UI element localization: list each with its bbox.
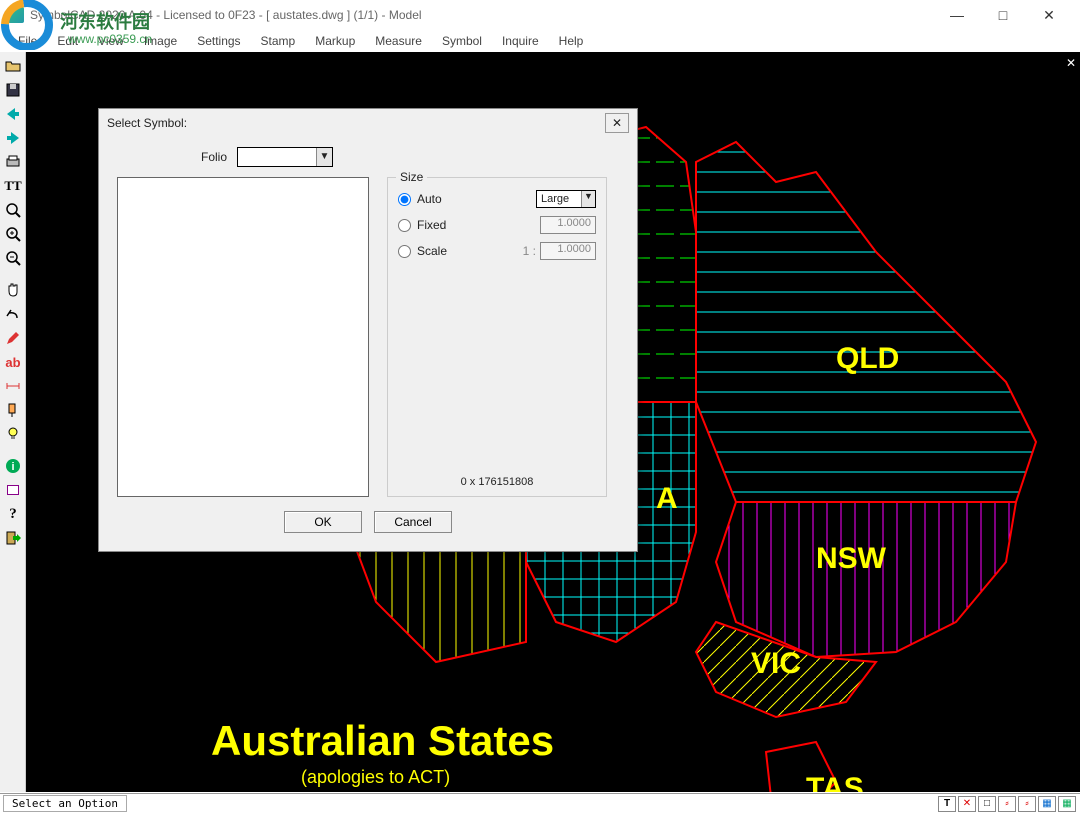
text-icon[interactable]: ab bbox=[1, 351, 25, 373]
size-panel: Size Auto Large▼ Fixed 1.0000 Scale bbox=[387, 177, 607, 497]
label-sa: A bbox=[656, 482, 678, 516]
zoom-in-icon[interactable] bbox=[1, 223, 25, 245]
dialog-title: Select Symbol: bbox=[107, 116, 187, 130]
label-nsw: NSW bbox=[816, 542, 886, 576]
scale-prefix: 1 : bbox=[523, 244, 536, 258]
minimize-button[interactable]: — bbox=[934, 0, 980, 30]
status-icon-s2[interactable]: ⸗ bbox=[1018, 796, 1036, 812]
menubar: File Edit View Image Settings Stamp Mark… bbox=[0, 30, 1080, 52]
size-large-dropdown[interactable]: Large▼ bbox=[536, 190, 596, 208]
window-title: SymbolCAD 2020 A.04 - Licensed to 0F23 -… bbox=[30, 8, 934, 22]
status-icon-grid1[interactable]: ▦ bbox=[1038, 796, 1056, 812]
map-title: Australian States bbox=[211, 717, 554, 765]
size-counter: 0 x 176151808 bbox=[388, 476, 606, 488]
watermark-url: www.pc0359.cn bbox=[68, 32, 152, 46]
arrow-right-icon[interactable] bbox=[1, 127, 25, 149]
exit-icon[interactable] bbox=[1, 527, 25, 549]
dimension-icon[interactable] bbox=[1, 375, 25, 397]
close-button[interactable]: ✕ bbox=[1026, 0, 1072, 30]
open-icon[interactable] bbox=[1, 55, 25, 77]
size-scale-label: Scale bbox=[417, 244, 477, 258]
help-icon[interactable]: ? bbox=[1, 503, 25, 525]
symbol-listbox[interactable] bbox=[117, 177, 369, 497]
maximize-button[interactable]: □ bbox=[980, 0, 1026, 30]
menu-settings[interactable]: Settings bbox=[187, 32, 250, 50]
status-text: Select an Option bbox=[3, 795, 127, 812]
menu-measure[interactable]: Measure bbox=[365, 32, 432, 50]
book-icon[interactable] bbox=[1, 479, 25, 501]
canvas-close-icon[interactable]: ✕ bbox=[1066, 56, 1076, 70]
folio-label: Folio bbox=[117, 150, 237, 164]
folio-dropdown[interactable]: ▼ bbox=[237, 147, 333, 167]
save-icon[interactable] bbox=[1, 79, 25, 101]
zoom-icon[interactable] bbox=[1, 199, 25, 221]
svg-text:i: i bbox=[11, 461, 14, 473]
menu-symbol[interactable]: Symbol bbox=[432, 32, 492, 50]
menu-markup[interactable]: Markup bbox=[305, 32, 365, 50]
status-icon-x[interactable]: ✕ bbox=[958, 796, 976, 812]
label-vic: VIC bbox=[751, 647, 801, 681]
size-auto-radio[interactable] bbox=[398, 193, 411, 206]
statusbar: Select an Option T ✕ □ ⸗ ⸗ ▦ ▦ bbox=[0, 793, 1080, 813]
menu-inquire[interactable]: Inquire bbox=[492, 32, 549, 50]
arrow-left-icon[interactable] bbox=[1, 103, 25, 125]
map-subtitle: (apologies to ACT) bbox=[301, 767, 450, 788]
size-scale-value: 1.0000 bbox=[540, 242, 596, 260]
zoom-out-icon[interactable] bbox=[1, 247, 25, 269]
watermark-text: 河东软件园 bbox=[60, 8, 150, 34]
menu-stamp[interactable]: Stamp bbox=[251, 32, 306, 50]
lamp-icon[interactable] bbox=[1, 423, 25, 445]
label-qld: QLD bbox=[836, 342, 899, 376]
status-icon-s1[interactable]: ⸗ bbox=[998, 796, 1016, 812]
status-icon-t[interactable]: T bbox=[938, 796, 956, 812]
size-fixed-value: 1.0000 bbox=[540, 216, 596, 234]
left-toolbar: TT ab i ? bbox=[0, 52, 26, 792]
select-symbol-dialog: Select Symbol: ✕ Folio ▼ Size Auto Large… bbox=[98, 108, 638, 552]
size-label: Size bbox=[396, 170, 427, 184]
hand-icon[interactable] bbox=[1, 279, 25, 301]
status-icon-grid2[interactable]: ▦ bbox=[1058, 796, 1076, 812]
size-auto-label: Auto bbox=[417, 192, 477, 206]
status-icon-box[interactable]: □ bbox=[978, 796, 996, 812]
size-fixed-radio[interactable] bbox=[398, 219, 411, 232]
chevron-down-icon: ▼ bbox=[581, 191, 595, 207]
watermark-logo-icon bbox=[0, 0, 55, 50]
textbox-icon[interactable]: TT bbox=[1, 175, 25, 197]
size-scale-radio[interactable] bbox=[398, 245, 411, 258]
menu-help[interactable]: Help bbox=[549, 32, 594, 50]
size-fixed-label: Fixed bbox=[417, 218, 477, 232]
titlebar: SymbolCAD 2020 A.04 - Licensed to 0F23 -… bbox=[0, 0, 1080, 30]
cancel-button[interactable]: Cancel bbox=[374, 511, 452, 533]
info-icon[interactable]: i bbox=[1, 455, 25, 477]
print-icon[interactable] bbox=[1, 151, 25, 173]
label-tas: TAS bbox=[806, 772, 864, 792]
chevron-down-icon: ▼ bbox=[316, 148, 332, 166]
paint-icon[interactable] bbox=[1, 399, 25, 421]
pencil-icon[interactable] bbox=[1, 327, 25, 349]
dialog-close-button[interactable]: ✕ bbox=[605, 113, 629, 133]
ok-button[interactable]: OK bbox=[284, 511, 362, 533]
undo-icon[interactable] bbox=[1, 303, 25, 325]
